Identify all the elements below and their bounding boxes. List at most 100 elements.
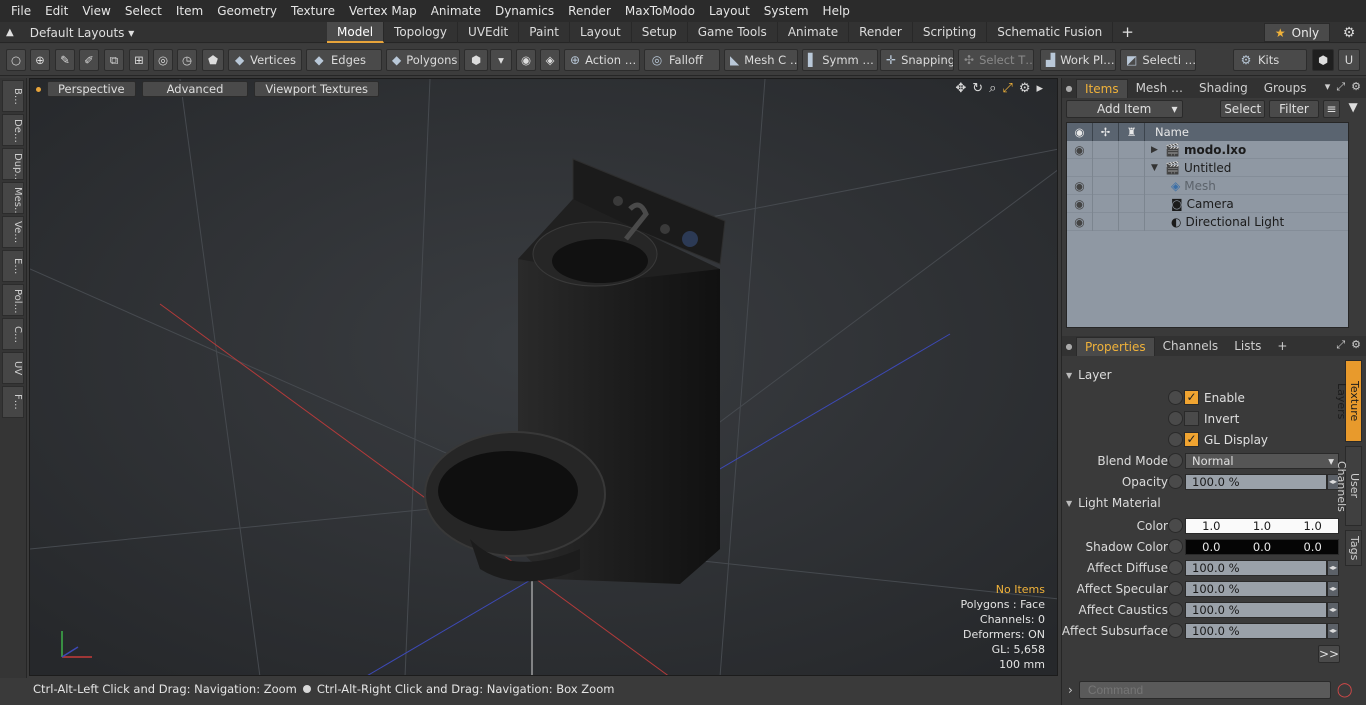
- tab-schematic-fusion[interactable]: Schematic Fusion: [987, 22, 1114, 43]
- menu-system[interactable]: System: [757, 0, 816, 22]
- work-plane-button[interactable]: ▟ Work Pl…: [1040, 49, 1116, 71]
- left-tab-polygon[interactable]: Pol…: [2, 284, 24, 316]
- viewport-settings-icon[interactable]: ⚙: [1019, 81, 1031, 96]
- render-cell[interactable]: [1119, 176, 1145, 195]
- viewport-textures-dropdown[interactable]: Viewport Textures: [254, 81, 380, 97]
- color-g[interactable]: 1.0: [1253, 519, 1271, 533]
- action-center-button[interactable]: ⊕ Action …: [564, 49, 640, 71]
- move-view-icon[interactable]: ✥: [955, 81, 966, 96]
- menu-file[interactable]: File: [4, 0, 38, 22]
- invert-checkbox[interactable]: [1168, 410, 1200, 427]
- eye-icon[interactable]: ◉: [1067, 140, 1093, 159]
- panel-gear-icon[interactable]: ⚙: [1351, 338, 1361, 352]
- menu-vertex-map[interactable]: Vertex Map: [342, 0, 424, 22]
- mesh-constraint-button[interactable]: ◣ Mesh C …: [724, 49, 798, 71]
- blend-mode-select[interactable]: Normal: [1185, 452, 1339, 469]
- shadow-g[interactable]: 0.0: [1253, 540, 1271, 554]
- tab-setup[interactable]: Setup: [632, 22, 688, 43]
- selection-sets-button[interactable]: ◩ Selecti …: [1120, 49, 1196, 71]
- shield-icon[interactable]: ⬟: [202, 49, 224, 71]
- material-icon[interactable]: ◈: [540, 49, 560, 71]
- shadow-b[interactable]: 0.0: [1303, 540, 1321, 554]
- animate-ring-icon[interactable]: [1168, 453, 1183, 468]
- tab-render[interactable]: Render: [849, 22, 913, 43]
- gl-display-checkbox[interactable]: ✓: [1168, 431, 1200, 448]
- tab-layout[interactable]: Layout: [570, 22, 632, 43]
- left-tab-curve[interactable]: C…: [2, 318, 24, 350]
- item-row-untitled[interactable]: ▼ 🎬 Untitled: [1067, 158, 1348, 177]
- circle-select-icon[interactable]: ○: [6, 49, 26, 71]
- menu-edit[interactable]: Edit: [38, 0, 75, 22]
- expand-panel-icon[interactable]: ⤢: [1336, 338, 1345, 352]
- only-button[interactable]: ★ Only: [1264, 23, 1330, 42]
- center-icon[interactable]: ◎: [153, 49, 173, 71]
- light-material-section-header[interactable]: ▼ Light Material: [1066, 494, 1340, 512]
- add-panel-tab-icon[interactable]: +: [1269, 337, 1295, 355]
- edges-button[interactable]: ◆ Edges: [306, 49, 382, 71]
- animate-ring-icon[interactable]: [1168, 581, 1183, 596]
- gear-icon[interactable]: ⚙: [1338, 22, 1360, 43]
- viewport-menu-icon[interactable]: ▸: [1036, 81, 1043, 96]
- align-icon[interactable]: ⧉: [104, 49, 124, 71]
- affect-subsurface-input[interactable]: 100.0 %: [1185, 622, 1327, 639]
- enable-checkbox[interactable]: ✓: [1168, 389, 1200, 406]
- render-cell[interactable]: [1119, 212, 1145, 231]
- tab-paint[interactable]: Paint: [519, 22, 570, 43]
- more-button[interactable]: >>: [1318, 645, 1340, 663]
- tab-mesh[interactable]: Mesh …: [1128, 79, 1191, 97]
- viewport-options-icon[interactable]: [36, 86, 41, 92]
- select-through-button[interactable]: ✣ Select T…: [958, 49, 1034, 71]
- falloff-button[interactable]: ◎ Falloff: [644, 49, 720, 71]
- layouts-selector[interactable]: ▲ Default Layouts ▾: [6, 22, 134, 43]
- left-tab-deform[interactable]: De…: [2, 114, 24, 146]
- paint-icon[interactable]: ✐: [79, 49, 99, 71]
- animate-ring-icon[interactable]: [1168, 474, 1183, 489]
- side-tab-user-channels[interactable]: User Channels: [1335, 446, 1362, 526]
- add-tab-icon[interactable]: +: [1113, 22, 1142, 43]
- opacity-input[interactable]: 100.0 %: [1185, 473, 1327, 490]
- perspective-dropdown[interactable]: Perspective: [47, 81, 136, 97]
- advanced-dropdown[interactable]: Advanced: [141, 81, 249, 97]
- panel-gear-icon[interactable]: ⚙: [1351, 80, 1361, 94]
- eye-icon[interactable]: ◉: [1067, 194, 1093, 213]
- lock-cell[interactable]: [1093, 194, 1119, 213]
- shadow-color-swatch[interactable]: 0.0 0.0 0.0: [1185, 538, 1339, 555]
- tab-model[interactable]: Model: [327, 22, 385, 43]
- maximize-view-icon[interactable]: ⤢: [1002, 81, 1012, 96]
- collapse-arrow-icon[interactable]: ▼: [1151, 163, 1161, 173]
- side-tab-texture-layers[interactable]: Texture Layers: [1335, 360, 1362, 442]
- item-row-directional-light[interactable]: ◉ ◐ Directional Light: [1067, 212, 1348, 231]
- menu-maxtomodo[interactable]: MaxToModo: [618, 0, 702, 22]
- expand-arrow-icon[interactable]: ▶: [1151, 145, 1161, 155]
- menu-layout[interactable]: Layout: [702, 0, 757, 22]
- item-mode-icon[interactable]: ⬢: [464, 49, 488, 71]
- filter-button[interactable]: Filter: [1269, 100, 1319, 118]
- menu-render[interactable]: Render: [561, 0, 618, 22]
- visibility-column-icon[interactable]: ◉: [1067, 123, 1093, 141]
- tab-properties[interactable]: Properties: [1076, 336, 1155, 356]
- zoom-view-icon[interactable]: ⌕: [989, 81, 996, 96]
- chevron-down-icon[interactable]: ▾: [490, 49, 512, 71]
- left-tab-basic[interactable]: B…: [2, 80, 24, 112]
- vertices-button[interactable]: ◆ Vertices: [228, 49, 302, 71]
- menu-view[interactable]: View: [75, 0, 117, 22]
- left-tab-edge[interactable]: E…: [2, 250, 24, 282]
- render-cell[interactable]: [1119, 158, 1145, 177]
- cube-icon[interactable]: ⬢: [1312, 49, 1334, 71]
- tab-uvedit[interactable]: UVEdit: [458, 22, 520, 43]
- affect-diffuse-input[interactable]: 100.0 %: [1185, 559, 1327, 576]
- lock-cell[interactable]: [1093, 176, 1119, 195]
- lock-column-icon[interactable]: ✢: [1093, 123, 1119, 141]
- color-b[interactable]: 1.0: [1303, 519, 1321, 533]
- render-cell[interactable]: [1119, 140, 1145, 159]
- sphere-icon[interactable]: ◉: [516, 49, 536, 71]
- tab-animate[interactable]: Animate: [778, 22, 850, 43]
- default-layouts-dropdown[interactable]: Default Layouts ▾: [30, 26, 135, 40]
- clock-icon[interactable]: ◷: [177, 49, 197, 71]
- item-row-mesh[interactable]: ◉ ◈ Mesh: [1067, 176, 1348, 195]
- render-cell[interactable]: [1119, 194, 1145, 213]
- rotate-view-icon[interactable]: ↻: [972, 81, 983, 96]
- tab-shading[interactable]: Shading: [1191, 79, 1256, 97]
- 3d-viewport[interactable]: Perspective Advanced Viewport Textures ✥…: [29, 78, 1058, 676]
- animate-ring-icon[interactable]: [1168, 602, 1183, 617]
